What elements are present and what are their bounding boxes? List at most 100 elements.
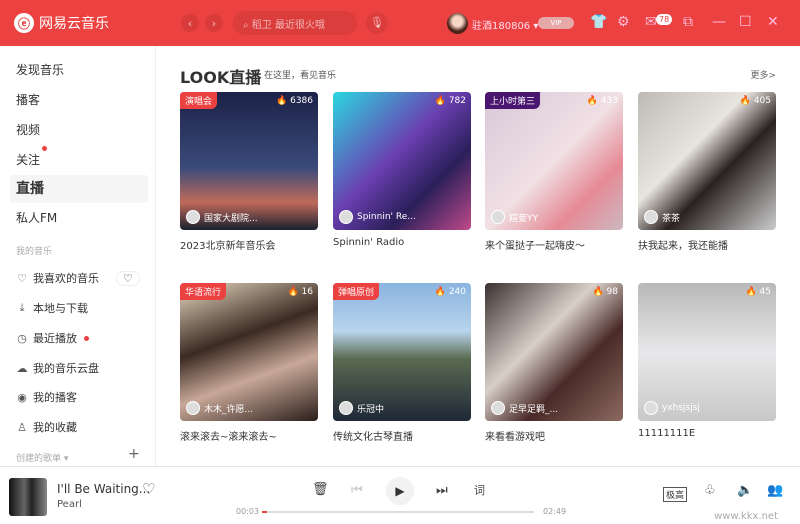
sidebar-item-live[interactable]: 直播	[10, 175, 148, 203]
count: 240	[448, 287, 466, 297]
play-button[interactable]: ▶	[386, 477, 414, 505]
count: 45	[759, 287, 771, 297]
count: 433	[600, 96, 618, 106]
next-icon[interactable]: ⏭	[436, 483, 448, 498]
album-cover[interactable]	[9, 478, 47, 516]
live-card[interactable]: 🔥 405 茶茶 扶我起来，我还能播	[638, 92, 776, 252]
live-title[interactable]: 来看看游戏吧	[485, 428, 623, 443]
host-name: 国家大剧院...	[204, 213, 258, 224]
mini-mode-icon[interactable]: ⧉	[683, 14, 693, 30]
close-icon[interactable]: ✕	[767, 14, 779, 30]
add-playlist-button[interactable]: +	[128, 446, 140, 462]
sidebar-item-follow[interactable]: 关注	[10, 146, 148, 174]
live-thumbnail[interactable]: 上小时第三 🔥 433 媗妾YY	[485, 92, 623, 230]
previous-icon[interactable]: ⏮	[351, 483, 363, 498]
sidebar-item-local[interactable]: ⤓ 本地与下载	[16, 300, 88, 316]
host-info[interactable]: 乐冠中	[339, 401, 384, 415]
avatar[interactable]	[447, 13, 468, 34]
message-count-badge: 78	[656, 14, 673, 25]
vip-badge[interactable]: VIP	[538, 17, 574, 29]
sidebar-item-my-podcast[interactable]: ◉ 我的播客	[16, 389, 77, 405]
sidebar-item-collection[interactable]: ♙ 我的收藏	[16, 419, 77, 435]
live-thumbnail[interactable]: 演唱会 🔥 6386 国家大剧院...	[180, 92, 318, 230]
back-button[interactable]: ‹	[181, 14, 199, 32]
sidebar-item-podcast[interactable]: 播客	[10, 86, 148, 114]
mic-icon[interactable]: 🎙	[366, 12, 388, 34]
fire-icon: 🔥	[739, 96, 751, 106]
host-info[interactable]: 足早足羁_...	[491, 401, 558, 415]
volume-icon[interactable]: 🔈	[737, 483, 753, 498]
count: 98	[606, 287, 618, 297]
sidebar-item-recent[interactable]: ◷ 最近播放	[16, 330, 89, 346]
like-heart-icon[interactable]: ♡	[142, 480, 155, 498]
viewer-count: 🔥 45	[745, 287, 771, 297]
live-thumbnail[interactable]: 🔥 45 yxhsjsjsj	[638, 283, 776, 421]
live-thumbnail[interactable]: 🔥 405 茶茶	[638, 92, 776, 230]
live-title[interactable]: 2023北京新年音乐会	[180, 237, 318, 252]
live-thumbnail[interactable]: 弹唱原创 🔥 240 乐冠中	[333, 283, 471, 421]
song-title[interactable]: I'll Be Waiting...	[57, 482, 150, 496]
host-info[interactable]: 茶茶	[644, 210, 680, 224]
live-card[interactable]: 🔥 98 足早足羁_... 来看看游戏吧	[485, 283, 623, 443]
username[interactable]: 驻酒180806 ▾	[472, 17, 538, 32]
live-card[interactable]: 演唱会 🔥 6386 国家大剧院... 2023北京新年音乐会	[180, 92, 318, 252]
category-tag: 华语流行	[180, 283, 227, 300]
artist-name[interactable]: Pearl	[57, 499, 82, 510]
sidebar-item-cloud[interactable]: ☁ 我的音乐云盘	[16, 360, 100, 376]
live-card[interactable]: 🔥 782 Spinnin' Re... Spinnin' Radio	[333, 92, 471, 248]
live-title[interactable]: 扶我起来，我还能播	[638, 237, 776, 252]
live-title[interactable]: 11111111E	[638, 428, 776, 439]
live-thumbnail[interactable]: 🔥 98 足早足羁_...	[485, 283, 623, 421]
live-card[interactable]: 弹唱原创 🔥 240 乐冠中 传统文化古琴直播	[333, 283, 471, 443]
total-time: 02:49	[543, 507, 567, 516]
sidebar-item-liked[interactable]: ♡ 我喜欢的音乐 ♡	[16, 270, 140, 286]
minimize-icon[interactable]: —	[712, 14, 726, 30]
sidebar-item-fm[interactable]: 私人FM	[10, 204, 148, 232]
host-info[interactable]: 国家大剧院...	[186, 210, 258, 224]
count: 16	[301, 287, 313, 297]
listen-together-icon[interactable]: 👥	[767, 483, 783, 498]
mail-icon[interactable]: ✉	[645, 14, 657, 30]
host-name: 乐冠中	[357, 404, 385, 415]
live-thumbnail[interactable]: 🔥 782 Spinnin' Re...	[333, 92, 471, 230]
live-thumbnail[interactable]: 华语流行 🔥 16 木木_许愿...	[180, 283, 318, 421]
heartbeat-mode-button[interactable]: ♡	[116, 270, 140, 286]
skin-icon[interactable]: 👕	[590, 14, 607, 30]
category-tag: 演唱会	[180, 92, 218, 109]
host-info[interactable]: yxhsjsjsj	[644, 401, 700, 415]
sidebar-item-video[interactable]: 视频	[10, 116, 148, 144]
fire-icon: 🔥	[434, 96, 446, 106]
fire-icon: 🔥	[592, 287, 604, 297]
live-title[interactable]: 来个蛋挞子一起嗨皮～	[485, 237, 623, 252]
live-card[interactable]: 上小时第三 🔥 433 媗妾YY 来个蛋挞子一起嗨皮～	[485, 92, 623, 252]
search-input[interactable]: ⌕ 稻卫 最近很火哦	[233, 11, 357, 35]
trash-icon[interactable]: 🗑	[312, 482, 329, 497]
progress-slider[interactable]	[262, 511, 534, 513]
sidebar-item-discover[interactable]: 发现音乐	[10, 56, 148, 84]
forward-button[interactable]: ›	[205, 14, 223, 32]
live-title[interactable]: 传统文化古琴直播	[333, 428, 471, 443]
host-info[interactable]: 木木_许愿...	[186, 401, 253, 415]
page-title: LOOK直播	[180, 68, 262, 87]
live-card[interactable]: 华语流行 🔥 16 木木_许愿... 滚来滚去~滚来滚去~	[180, 283, 318, 443]
fire-icon: 🔥	[287, 287, 299, 297]
host-info[interactable]: Spinnin' Re...	[339, 210, 416, 224]
page-subtitle: 在这里，看见音乐	[264, 71, 337, 81]
fire-icon: 🔥	[434, 287, 446, 297]
more-link[interactable]: 更多>	[750, 68, 776, 81]
host-name: 木木_许愿...	[204, 404, 254, 415]
live-title[interactable]: Spinnin' Radio	[333, 237, 471, 248]
app-logo[interactable]: ⓔ 网易云音乐	[14, 13, 109, 33]
created-playlists-heading[interactable]: 创建的歌单 ▾	[16, 451, 68, 464]
maximize-icon[interactable]: ☐	[739, 14, 752, 30]
live-title[interactable]: 滚来滚去~滚来滚去~	[180, 428, 318, 443]
effects-icon[interactable]: ♧	[704, 483, 716, 498]
category-tag: 上小时第三	[485, 92, 541, 109]
quality-button[interactable]: 极高	[663, 487, 688, 502]
live-card[interactable]: 🔥 45 yxhsjsjsj 11111111E	[638, 283, 776, 439]
gear-icon[interactable]: ⚙	[617, 14, 630, 30]
sidebar: 发现音乐 播客 视频 关注 直播 私人FM 我的音乐 ♡ 我喜欢的音乐 ♡ ⤓ 本地与…	[0, 46, 156, 466]
lyrics-button[interactable]: 词	[474, 482, 485, 498]
host-avatar	[339, 210, 353, 224]
host-info[interactable]: 媗妾YY	[491, 210, 538, 224]
